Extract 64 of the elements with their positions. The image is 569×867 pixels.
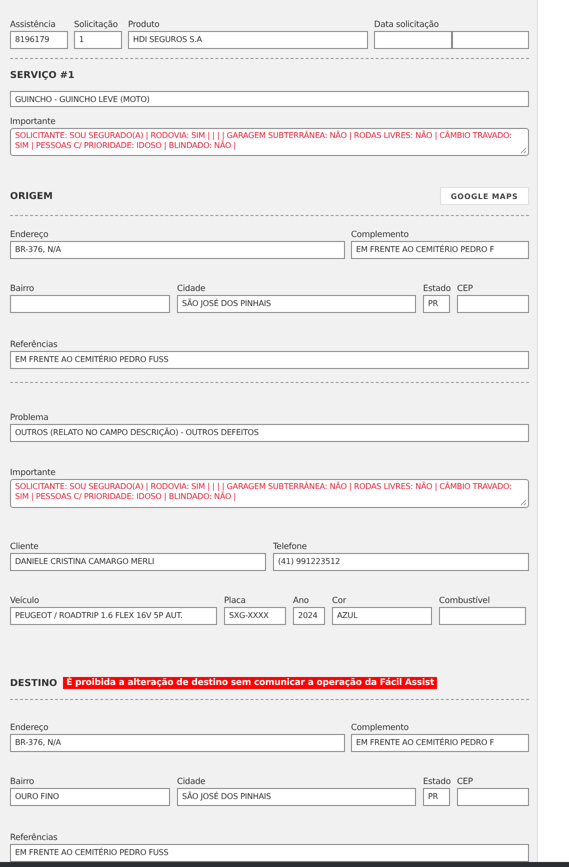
field-label: Assistência bbox=[10, 19, 56, 31]
text-field[interactable]: SÃO JOSÉ DOS PINHAIS bbox=[177, 788, 416, 806]
field-label: Solicitação bbox=[74, 19, 119, 31]
resize-grip-icon[interactable] bbox=[520, 499, 527, 506]
text-field[interactable]: EM FRENTE AO CEMITÉRIO PEDRO FUSS bbox=[10, 351, 529, 370]
text-field[interactable]: EM FRENTE AO CEMITÉRIO PEDRO FUSS bbox=[10, 844, 529, 862]
text-field[interactable]: OUTROS (RELATO NO CAMPO DESCRIÇÃO) - OUTROS DEFEITOS bbox=[10, 424, 529, 442]
text-field[interactable]: BR-376, N/A bbox=[10, 734, 345, 752]
text-field[interactable]: AZUL bbox=[332, 607, 432, 625]
field-label: Problema bbox=[10, 412, 50, 424]
text-field[interactable]: EM FRENTE AO CEMITÉRIO PEDRO F bbox=[351, 734, 529, 752]
field-label: Importante bbox=[10, 116, 56, 128]
text-field[interactable]: HDI SEGUROS S.A bbox=[128, 31, 368, 49]
text-field[interactable] bbox=[457, 295, 529, 314]
field-label: Placa bbox=[224, 595, 247, 607]
text-field[interactable]: (41) 991223512 bbox=[273, 553, 529, 571]
field-label: Telefone bbox=[273, 541, 308, 553]
text-field[interactable]: 2024 bbox=[293, 607, 325, 625]
field-label: Cliente bbox=[10, 541, 40, 553]
resize-grip-icon[interactable] bbox=[520, 147, 527, 154]
field-label: Endereço bbox=[10, 229, 50, 242]
field-label: CEP bbox=[457, 283, 474, 296]
text-field[interactable] bbox=[10, 295, 170, 314]
service-field[interactable]: GUINCHO - GUINCHO LEVE (MOTO) bbox=[10, 91, 529, 107]
text-field[interactable]: EM FRENTE AO CEMITÉRIO PEDRO F bbox=[351, 241, 529, 260]
text-field[interactable]: PR bbox=[423, 788, 450, 806]
text-field[interactable]: PR bbox=[423, 295, 450, 314]
field-label: Bairro bbox=[10, 283, 36, 296]
date-field[interactable] bbox=[374, 31, 452, 49]
field-label: Data solicitação bbox=[374, 19, 440, 31]
text-field[interactable]: 8196179 bbox=[10, 31, 68, 49]
text-field[interactable]: OURO FINO bbox=[10, 788, 170, 806]
field-label: Bairro bbox=[10, 776, 36, 788]
field-label: Ano bbox=[293, 595, 310, 607]
field-label: Referências bbox=[10, 832, 58, 844]
field-label: Importante bbox=[10, 467, 56, 480]
field-label: Referências bbox=[10, 339, 58, 352]
field-label: Produto bbox=[128, 19, 160, 31]
text-field[interactable]: SXG-XXXX bbox=[224, 607, 286, 625]
text-field[interactable] bbox=[457, 788, 529, 806]
text-field[interactable]: SÃO JOSÉ DOS PINHAIS bbox=[177, 295, 416, 314]
notes-field[interactable]: SOLICITANTE: SOU SEGURADO(A) | RODOVIA: SIM | | | | GARAGEM SUBTERRÂNEA: NÃO | RODAS LIVRES: NÃO | CÂMBIO TRAVADO: SIM | PESSOAS C/ PRIORIDADE: IDOSO | BLINDADO: NÃO | bbox=[10, 128, 529, 156]
field-label: Complemento bbox=[351, 229, 410, 242]
field-label: Combustível bbox=[439, 595, 491, 607]
field-label: Veículo bbox=[10, 595, 40, 607]
field-label: Complemento bbox=[351, 722, 410, 734]
text-field[interactable]: DANIELE CRISTINA CAMARGO MERLI bbox=[10, 553, 266, 571]
section-title: DESTINO bbox=[10, 678, 58, 688]
field-label: Estado bbox=[423, 283, 450, 296]
time-field[interactable] bbox=[452, 31, 529, 49]
field-label: Endereço bbox=[10, 722, 50, 734]
text-field[interactable]: 1 bbox=[74, 31, 122, 49]
field-label: Cidade bbox=[177, 776, 206, 788]
text-field[interactable]: PEUGEOT / ROADTRIP 1.6 FLEX 16V 5P AUT. bbox=[10, 607, 217, 625]
text-field[interactable] bbox=[439, 607, 526, 625]
field-label: Estado bbox=[423, 776, 450, 788]
field-label: CEP bbox=[457, 776, 474, 788]
field-label: Cor bbox=[332, 595, 348, 607]
notes-field[interactable]: SOLICITANTE: SOU SEGURADO(A) | RODOVIA: SIM | | | | GARAGEM SUBTERRÂNEA: NÃO | RODAS LIVRES: NÃO | CÂMBIO TRAVADO: SIM | PESSOAS C/ PRIORIDADE: IDOSO | BLINDADO: NÃO | bbox=[10, 479, 529, 508]
section-title: SERVIÇO #1 bbox=[10, 70, 76, 81]
warning-banner: É proibida a alteração de destino sem comunicar a operação da Fácil Assist bbox=[63, 677, 438, 689]
text-field[interactable]: BR-376, N/A bbox=[10, 241, 345, 260]
section-title: ORIGEM bbox=[10, 190, 53, 202]
field-label: Cidade bbox=[177, 283, 206, 296]
